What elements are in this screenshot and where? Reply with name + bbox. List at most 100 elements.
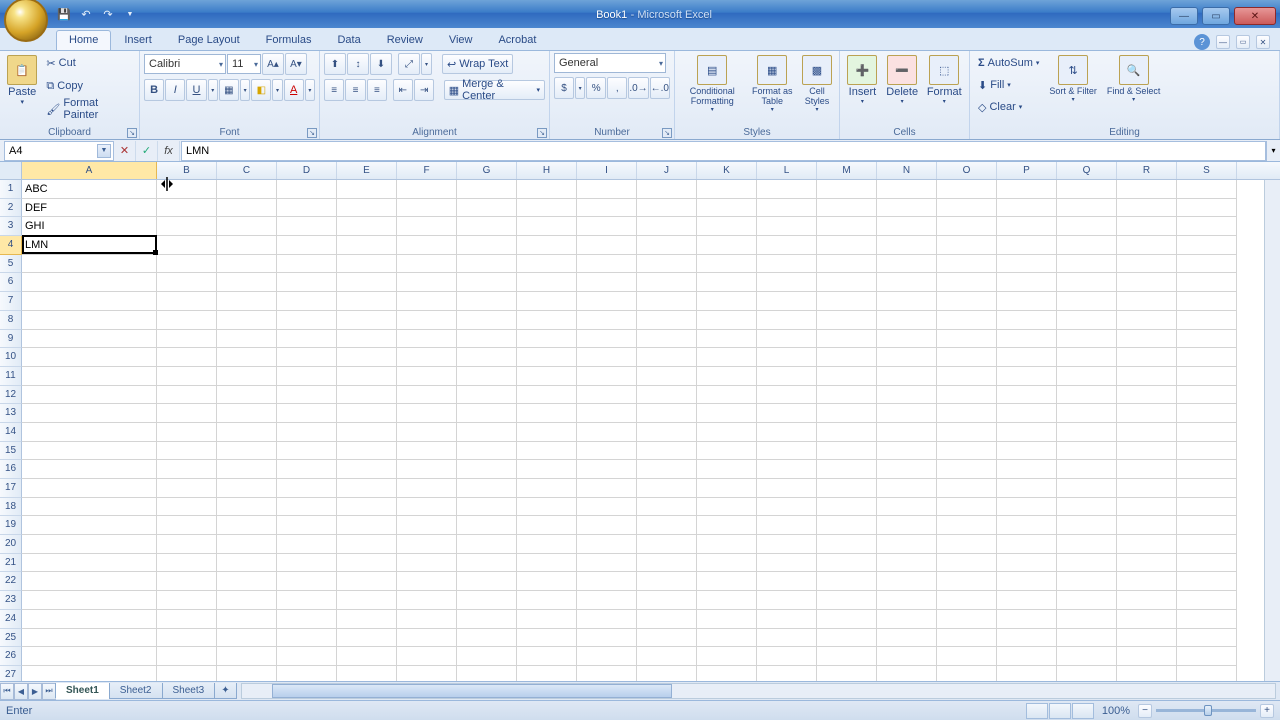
cell-L11[interactable] xyxy=(757,367,817,386)
cell-I24[interactable] xyxy=(577,610,637,629)
row-header-19[interactable]: 19 xyxy=(0,516,22,535)
col-header-Q[interactable]: Q xyxy=(1057,162,1117,179)
cell-G5[interactable] xyxy=(457,255,517,274)
cell-B3[interactable] xyxy=(157,217,217,236)
cell-O27[interactable] xyxy=(937,666,997,681)
row-header-17[interactable]: 17 xyxy=(0,479,22,498)
cell-A15[interactable] xyxy=(22,442,157,461)
row-header-14[interactable]: 14 xyxy=(0,423,22,442)
insert-function-button[interactable]: fx xyxy=(158,141,180,161)
row-header-9[interactable]: 9 xyxy=(0,330,22,349)
sort-filter-button[interactable]: ⇅Sort & Filter▾ xyxy=(1045,53,1101,105)
row-header-27[interactable]: 27 xyxy=(0,666,22,681)
cell-R3[interactable] xyxy=(1117,217,1177,236)
cell-M14[interactable] xyxy=(817,423,877,442)
insert-cells-button[interactable]: ➕Insert▾ xyxy=(844,53,881,107)
cell-Q18[interactable] xyxy=(1057,498,1117,517)
cell-C10[interactable] xyxy=(217,348,277,367)
tab-page-layout[interactable]: Page Layout xyxy=(165,30,253,50)
cell-J8[interactable] xyxy=(637,311,697,330)
cell-R9[interactable] xyxy=(1117,330,1177,349)
cell-I27[interactable] xyxy=(577,666,637,681)
cell-N12[interactable] xyxy=(877,386,937,405)
cell-M3[interactable] xyxy=(817,217,877,236)
cell-O3[interactable] xyxy=(937,217,997,236)
cell-G24[interactable] xyxy=(457,610,517,629)
conditional-formatting-button[interactable]: ▤Conditional Formatting▾ xyxy=(679,53,745,115)
cell-F24[interactable] xyxy=(397,610,457,629)
cell-I26[interactable] xyxy=(577,647,637,666)
cell-O9[interactable] xyxy=(937,330,997,349)
cell-D2[interactable] xyxy=(277,199,337,218)
cell-L10[interactable] xyxy=(757,348,817,367)
cell-B23[interactable] xyxy=(157,591,217,610)
cell-S3[interactable] xyxy=(1177,217,1237,236)
cell-F23[interactable] xyxy=(397,591,457,610)
cell-S9[interactable] xyxy=(1177,330,1237,349)
cell-S13[interactable] xyxy=(1177,404,1237,423)
cell-M1[interactable] xyxy=(817,180,877,199)
cell-N8[interactable] xyxy=(877,311,937,330)
cell-D20[interactable] xyxy=(277,535,337,554)
fill-color-button[interactable]: ◧ xyxy=(251,79,271,101)
cell-P14[interactable] xyxy=(997,423,1057,442)
cell-N11[interactable] xyxy=(877,367,937,386)
cell-N3[interactable] xyxy=(877,217,937,236)
cell-H12[interactable] xyxy=(517,386,577,405)
cell-R8[interactable] xyxy=(1117,311,1177,330)
cell-N4[interactable] xyxy=(877,236,937,255)
cell-S6[interactable] xyxy=(1177,273,1237,292)
cell-P26[interactable] xyxy=(997,647,1057,666)
cell-A3[interactable]: GHI xyxy=(22,217,157,236)
cell-C8[interactable] xyxy=(217,311,277,330)
cell-K17[interactable] xyxy=(697,479,757,498)
cell-L21[interactable] xyxy=(757,554,817,573)
cell-R12[interactable] xyxy=(1117,386,1177,405)
cell-K18[interactable] xyxy=(697,498,757,517)
cell-J6[interactable] xyxy=(637,273,697,292)
borders-more[interactable]: ▾ xyxy=(240,79,250,101)
cell-O6[interactable] xyxy=(937,273,997,292)
cell-F6[interactable] xyxy=(397,273,457,292)
cell-M19[interactable] xyxy=(817,516,877,535)
cell-O21[interactable] xyxy=(937,554,997,573)
cell-O25[interactable] xyxy=(937,629,997,648)
cell-B10[interactable] xyxy=(157,348,217,367)
bold-button[interactable]: B xyxy=(144,79,164,101)
help-icon[interactable]: ? xyxy=(1194,34,1210,50)
cell-H11[interactable] xyxy=(517,367,577,386)
cell-C9[interactable] xyxy=(217,330,277,349)
cell-K5[interactable] xyxy=(697,255,757,274)
office-button[interactable] xyxy=(4,0,48,42)
cell-N10[interactable] xyxy=(877,348,937,367)
cell-L16[interactable] xyxy=(757,460,817,479)
row-header-2[interactable]: 2 xyxy=(0,199,22,218)
increase-decimal-button[interactable]: .0→ xyxy=(628,77,648,99)
tab-formulas[interactable]: Formulas xyxy=(253,30,325,50)
cell-S14[interactable] xyxy=(1177,423,1237,442)
cell-N19[interactable] xyxy=(877,516,937,535)
row-header-12[interactable]: 12 xyxy=(0,386,22,405)
cell-O13[interactable] xyxy=(937,404,997,423)
redo-icon[interactable]: ↷ xyxy=(98,4,118,24)
cell-H16[interactable] xyxy=(517,460,577,479)
cell-G3[interactable] xyxy=(457,217,517,236)
cell-R26[interactable] xyxy=(1117,647,1177,666)
fill-color-more[interactable]: ▾ xyxy=(272,79,282,101)
cell-R7[interactable] xyxy=(1117,292,1177,311)
cell-R4[interactable] xyxy=(1117,236,1177,255)
cell-E12[interactable] xyxy=(337,386,397,405)
row-header-7[interactable]: 7 xyxy=(0,292,22,311)
vertical-scrollbar[interactable] xyxy=(1264,180,1280,681)
cell-K20[interactable] xyxy=(697,535,757,554)
cell-P15[interactable] xyxy=(997,442,1057,461)
cell-N1[interactable] xyxy=(877,180,937,199)
cell-S19[interactable] xyxy=(1177,516,1237,535)
cell-F9[interactable] xyxy=(397,330,457,349)
cell-S10[interactable] xyxy=(1177,348,1237,367)
cell-B17[interactable] xyxy=(157,479,217,498)
cell-S1[interactable] xyxy=(1177,180,1237,199)
cell-J15[interactable] xyxy=(637,442,697,461)
page-break-view-button[interactable] xyxy=(1072,703,1094,719)
cell-H25[interactable] xyxy=(517,629,577,648)
